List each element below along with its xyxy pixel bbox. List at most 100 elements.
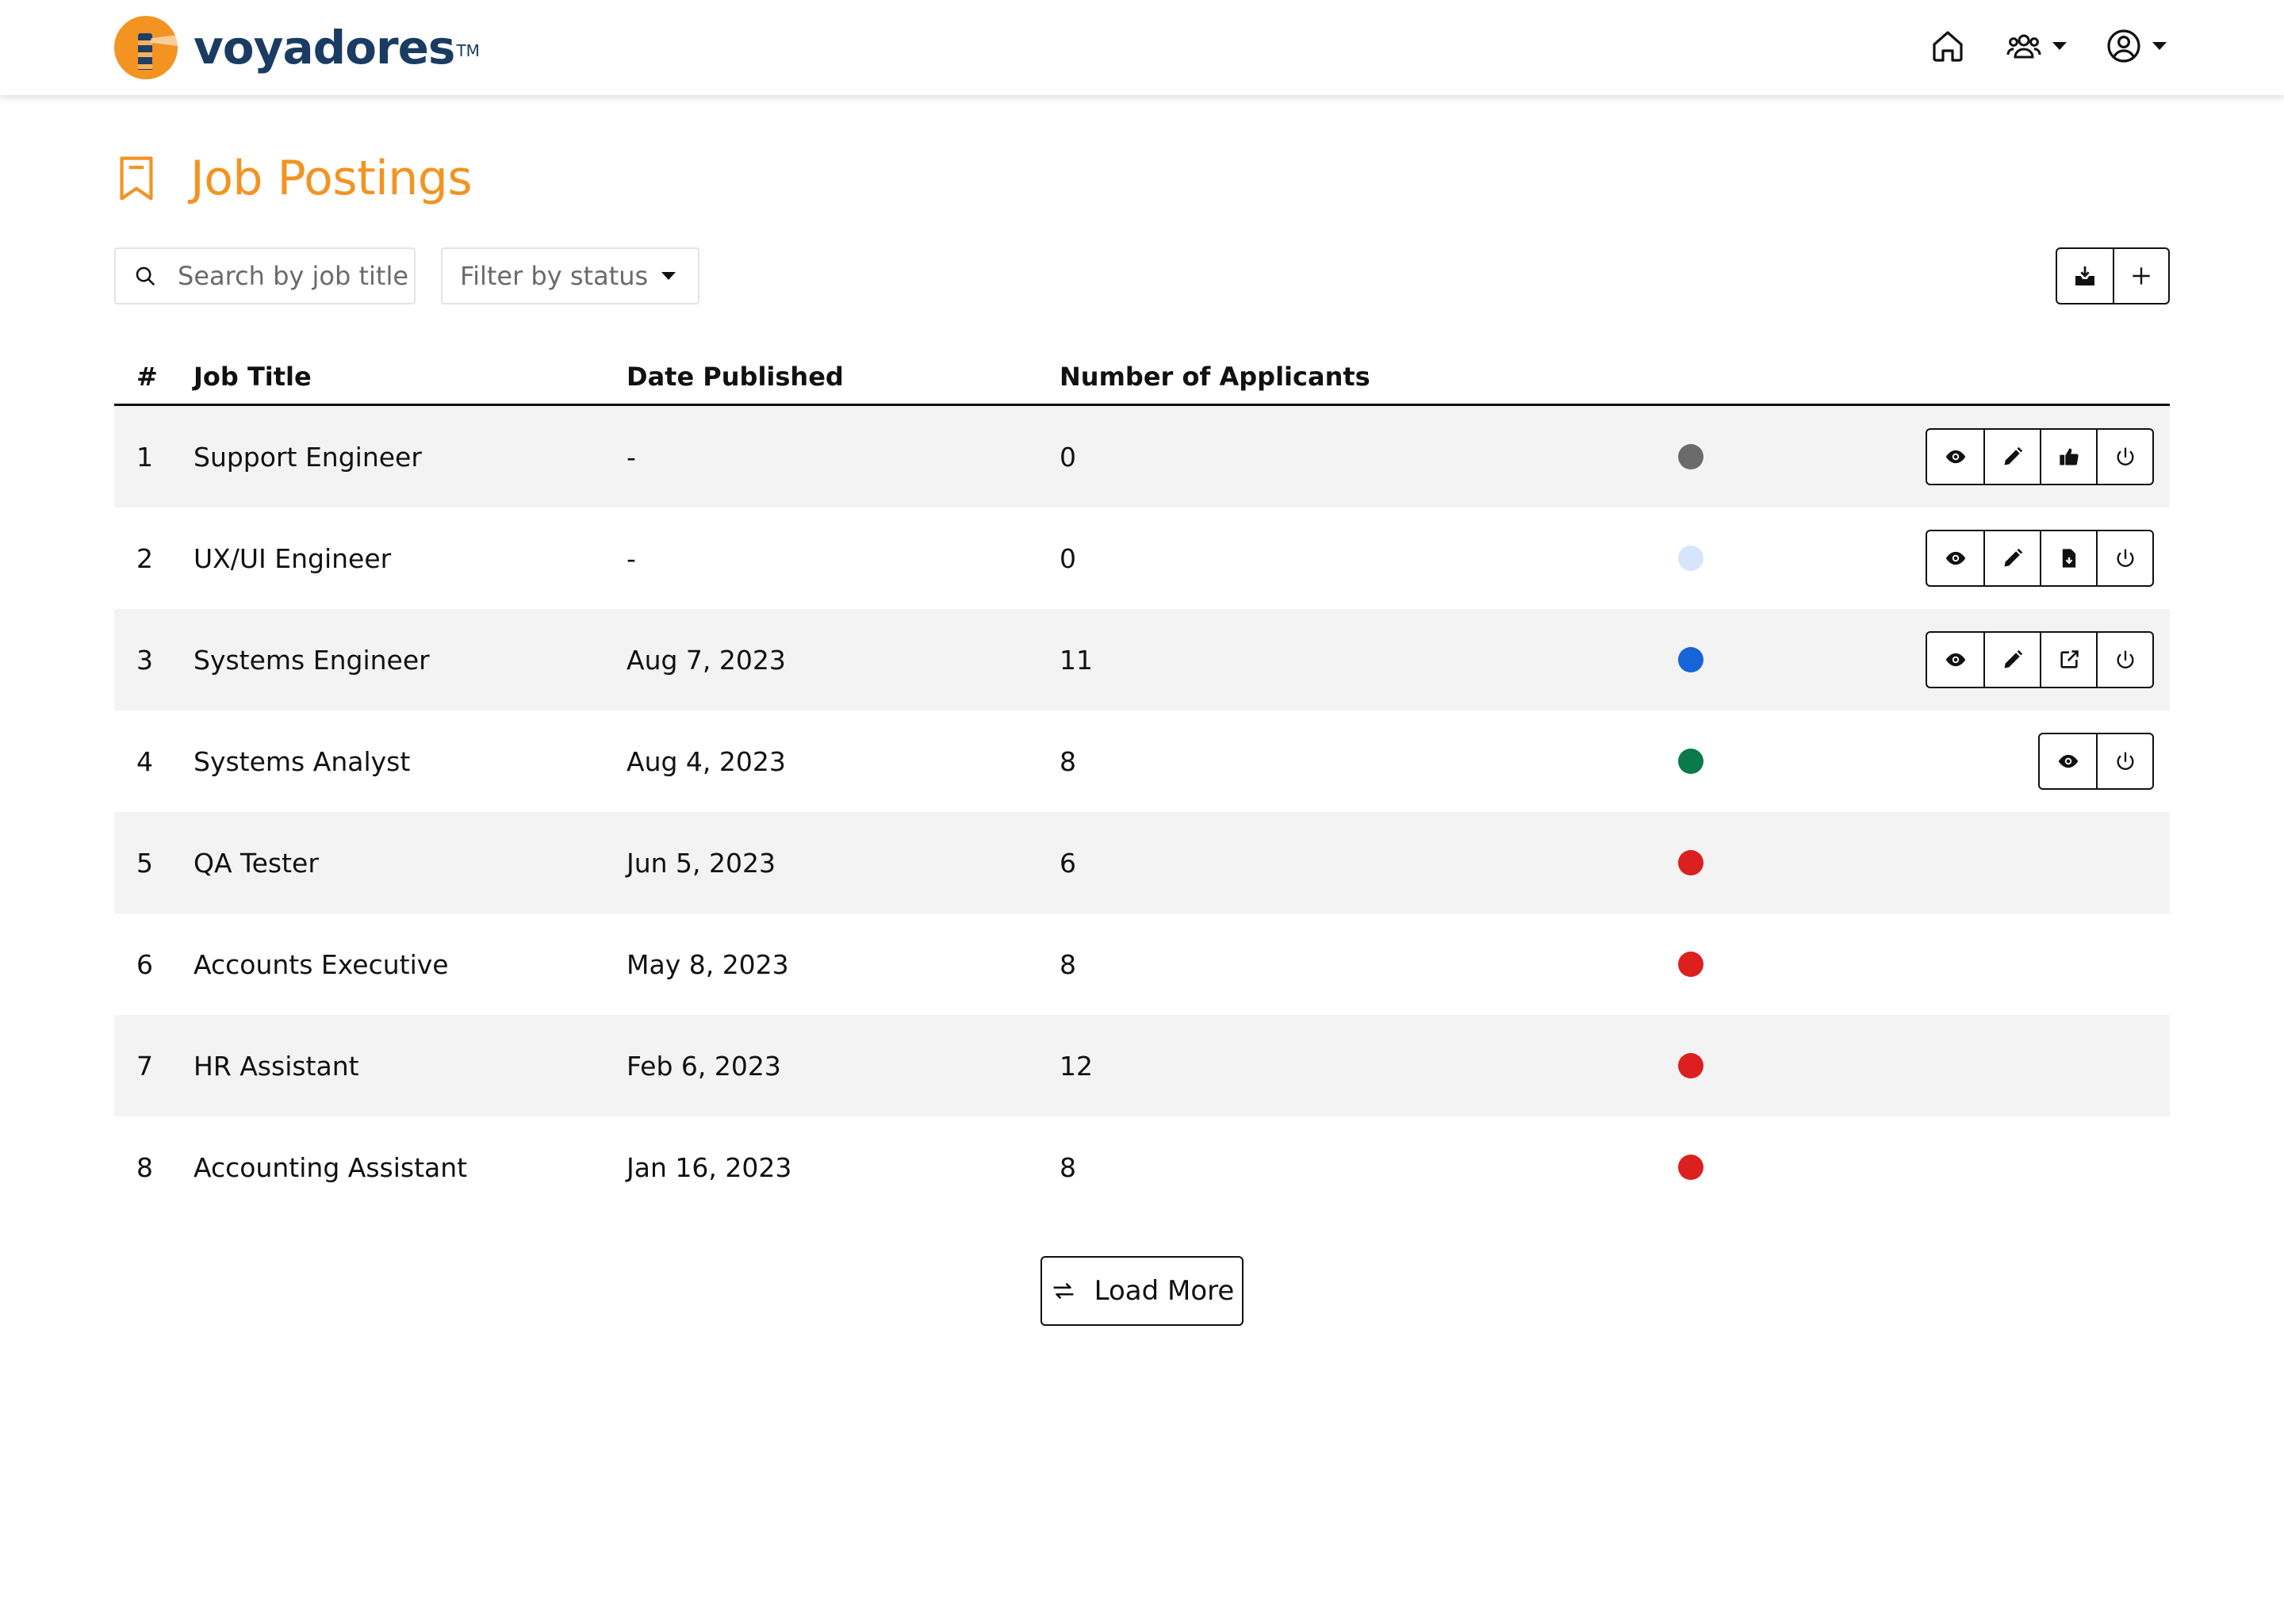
status-cell (1678, 546, 1726, 571)
row-actions (1926, 428, 2154, 485)
status-indicator-dot (1678, 1155, 1703, 1180)
status-indicator-dot (1678, 444, 1703, 469)
status-filter-select[interactable]: Filter by status (441, 247, 699, 304)
table-row[interactable]: 5 QA Tester Jun 5, 2023 6 (114, 812, 2170, 914)
status-indicator-dot (1678, 749, 1703, 774)
open-external-button[interactable] (2040, 633, 2096, 687)
job-postings-table: # Job Title Date Published Number of App… (114, 349, 2170, 1218)
search-box[interactable] (114, 247, 416, 304)
edit-button[interactable] (1983, 430, 2040, 484)
table-row[interactable]: 1 Support Engineer - 0 (114, 406, 2170, 508)
row-actions (1926, 631, 2154, 688)
eye-icon (1945, 551, 1965, 565)
column-header-date-published[interactable]: Date Published (627, 362, 1060, 392)
plus-icon (2133, 267, 2150, 285)
applicants-count-cell: 8 (1060, 948, 1076, 980)
table-row[interactable]: 4 Systems Analyst Aug 4, 2023 8 (114, 710, 2170, 812)
view-button[interactable] (2040, 734, 2096, 788)
date-published-cell: - (627, 441, 636, 473)
load-more-label: Load More (1094, 1275, 1235, 1307)
account-menu-button[interactable] (2105, 27, 2167, 65)
table-row[interactable]: 8 Accounting Assistant Jan 16, 2023 8 (114, 1116, 2170, 1218)
power-icon (2117, 447, 2133, 465)
power-button[interactable] (2096, 633, 2152, 687)
job-title-cell: UX/UI Engineer (194, 542, 392, 574)
column-header-job-title[interactable]: Job Title (194, 362, 627, 392)
status-cell (1678, 952, 1726, 977)
download-button[interactable] (2057, 249, 2113, 303)
power-button[interactable] (2096, 430, 2152, 484)
table-row[interactable]: 6 Accounts Executive May 8, 2023 8 (114, 914, 2170, 1015)
table-header: # Job Title Date Published Number of App… (114, 349, 2170, 406)
search-input[interactable] (178, 261, 408, 291)
add-job-button[interactable] (2113, 249, 2168, 303)
external-link-icon (2060, 650, 2079, 668)
date-published-cell: Feb 6, 2023 (627, 1050, 781, 1082)
top-navbar: voyadores TM (0, 0, 2284, 95)
status-cell (1678, 444, 1726, 469)
power-button[interactable] (2096, 734, 2152, 788)
row-number: 7 (136, 1050, 153, 1082)
row-number: 2 (136, 542, 153, 574)
job-title-cell: Support Engineer (194, 441, 422, 473)
home-button[interactable] (1929, 27, 1967, 65)
publish-button[interactable] (2040, 531, 2096, 585)
brand-logo[interactable]: voyadores TM (114, 16, 480, 79)
status-cell (1678, 850, 1726, 875)
chevron-down-icon (2152, 42, 2167, 50)
applicants-count-cell: 0 (1060, 542, 1076, 574)
job-title-cell: Accounting Assistant (194, 1151, 468, 1183)
status-cell (1678, 647, 1726, 672)
date-published-cell: Jan 16, 2023 (627, 1151, 792, 1183)
column-header-applicants[interactable]: Number of Applicants (1060, 362, 1678, 392)
date-published-cell: May 8, 2023 (627, 948, 789, 980)
status-cell (1678, 749, 1726, 774)
table-row[interactable]: 3 Systems Engineer Aug 7, 2023 11 (114, 609, 2170, 710)
row-number: 8 (136, 1151, 153, 1183)
view-button[interactable] (1927, 430, 1983, 484)
row-actions (1926, 530, 2154, 587)
pencil-icon (2004, 649, 2022, 668)
table-body: 1 Support Engineer - 0 2 UX/UI Engineer - 0 3 Sys… (114, 406, 2170, 1218)
applicants-count-cell: 11 (1060, 644, 1093, 676)
pencil-icon (2004, 548, 2022, 567)
edit-button[interactable] (1983, 633, 2040, 687)
applicants-count-cell: 8 (1060, 745, 1076, 777)
row-number: 3 (136, 644, 153, 676)
eye-icon (1945, 653, 1965, 667)
view-button[interactable] (1927, 531, 1983, 585)
load-more-button[interactable]: Load More (1040, 1256, 1244, 1326)
brand-name: voyadores (194, 21, 455, 75)
status-indicator-dot (1678, 546, 1703, 571)
status-cell (1678, 1053, 1726, 1078)
search-icon (136, 266, 155, 286)
table-row[interactable]: 7 HR Assistant Feb 6, 2023 12 (114, 1015, 2170, 1116)
approve-button[interactable] (2040, 430, 2096, 484)
date-published-cell: - (627, 542, 636, 574)
column-header-number: # (136, 361, 158, 392)
account-icon (2107, 29, 2140, 63)
toolbar-actions (2056, 247, 2170, 304)
lighthouse-logo-icon (114, 16, 178, 79)
home-icon (1933, 31, 1963, 62)
date-published-cell: Jun 5, 2023 (627, 847, 776, 879)
edit-button[interactable] (1983, 531, 2040, 585)
pencil-icon (2004, 446, 2022, 465)
applicants-count-cell: 6 (1060, 847, 1076, 879)
bookmark-icon (120, 156, 153, 201)
applicants-count-cell: 12 (1060, 1050, 1093, 1082)
applicants-count-cell: 8 (1060, 1151, 1076, 1183)
status-indicator-dot (1678, 952, 1703, 977)
view-button[interactable] (1927, 633, 1983, 687)
thumbs-up-icon (2059, 448, 2079, 465)
date-published-cell: Aug 4, 2023 (627, 745, 786, 777)
team-menu-button[interactable] (2005, 27, 2067, 65)
page-title: Job Postings (190, 151, 473, 206)
job-title-cell: Systems Analyst (194, 745, 411, 777)
row-number: 1 (136, 441, 153, 473)
page-header: Job Postings (114, 151, 473, 206)
table-row[interactable]: 2 UX/UI Engineer - 0 (114, 508, 2170, 609)
power-icon (2117, 752, 2133, 770)
power-button[interactable] (2096, 531, 2152, 585)
trademark-mark: TM (456, 41, 480, 60)
